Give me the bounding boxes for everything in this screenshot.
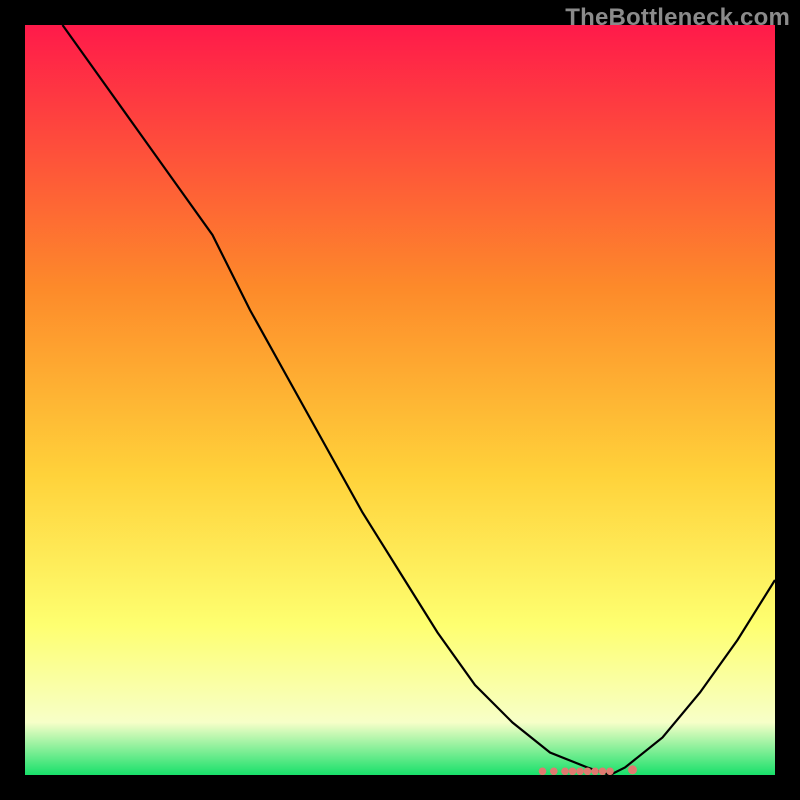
marker-point <box>576 768 584 776</box>
chart-svg <box>25 25 775 775</box>
marker-point <box>591 768 599 776</box>
gradient-background <box>25 25 775 775</box>
marker-point <box>569 768 577 776</box>
marker-point <box>628 765 637 774</box>
marker-point <box>599 768 607 776</box>
marker-point <box>584 768 592 776</box>
plot-area <box>25 25 775 775</box>
marker-point <box>606 768 614 776</box>
marker-point <box>561 768 569 776</box>
marker-point <box>539 768 547 776</box>
chart-frame: TheBottleneck.com <box>0 0 800 800</box>
marker-point <box>550 768 558 776</box>
